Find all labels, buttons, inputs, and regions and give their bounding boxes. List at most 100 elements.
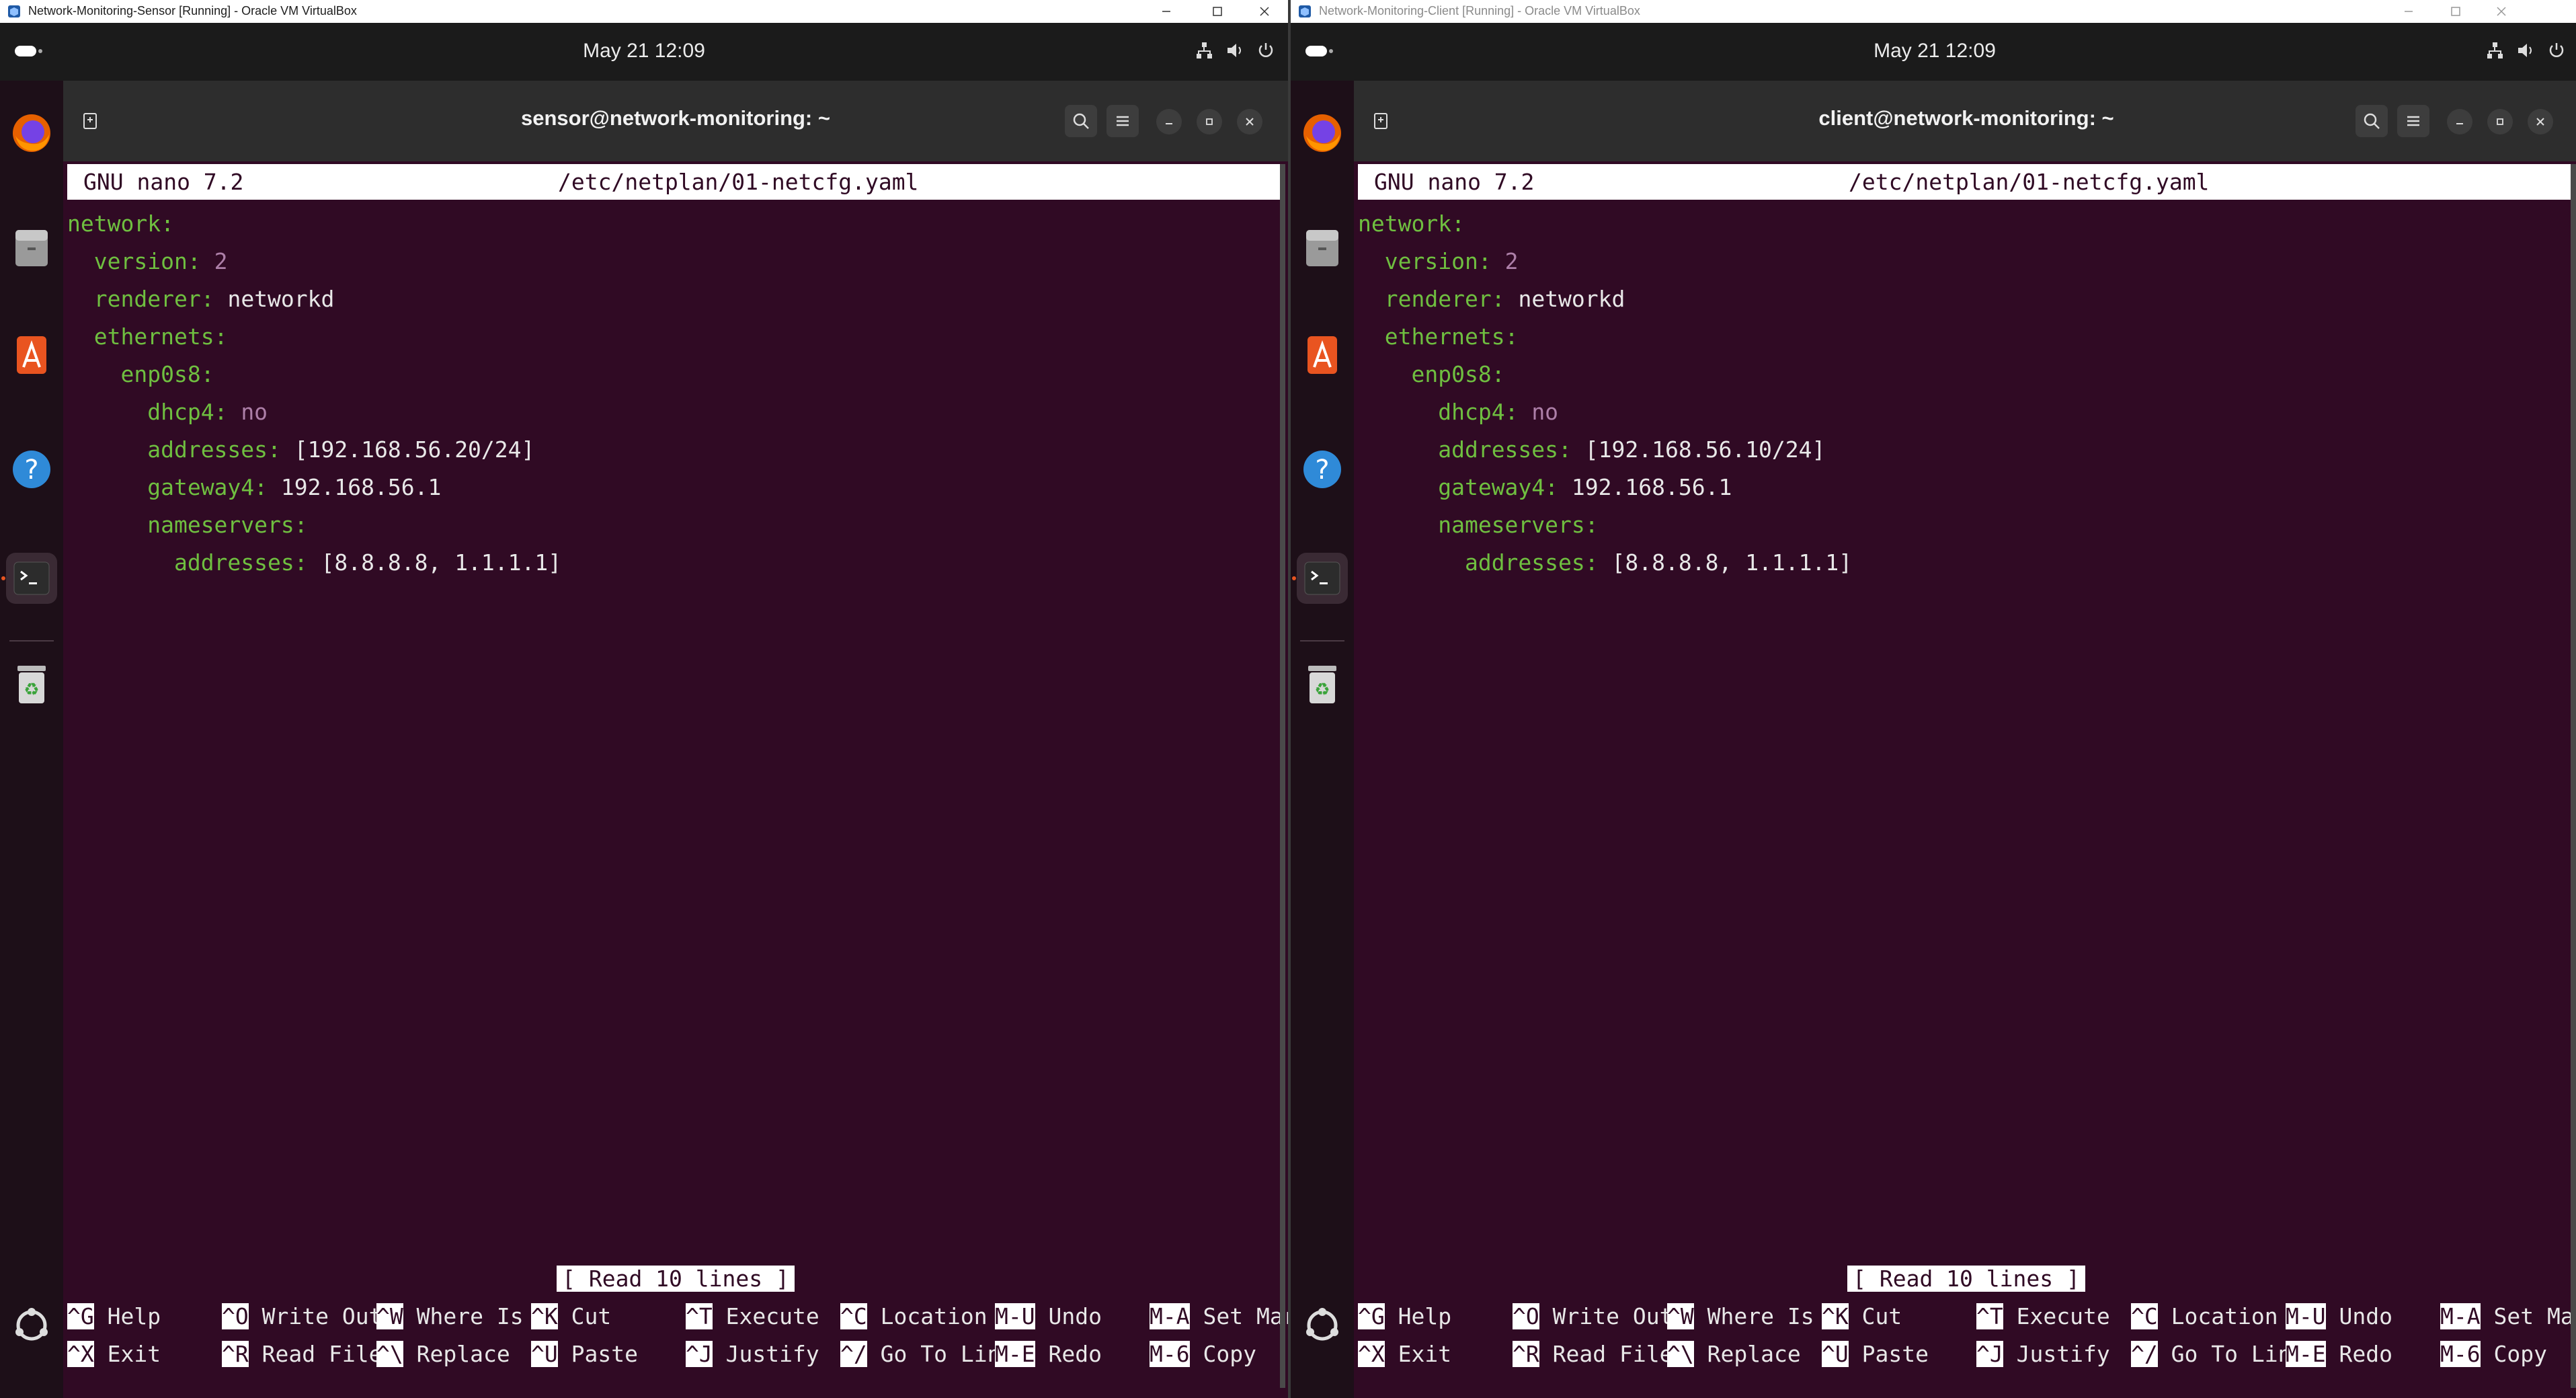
yaml-value: 2 — [214, 248, 228, 274]
yaml-separator: : — [1504, 399, 1532, 425]
shortcut-item: ^C Location — [840, 1298, 988, 1335]
shortcut-key: ^G — [67, 1303, 94, 1329]
yaml-separator: : — [1504, 323, 1519, 350]
clock[interactable]: May 21 12:09 — [1291, 40, 2576, 63]
terminal-icon[interactable] — [1297, 553, 1348, 604]
editor-body[interactable]: network: version: 2 renderer: networkd e… — [1358, 205, 1852, 582]
shortcut-label: Redo — [2339, 1341, 2392, 1367]
app-center-icon[interactable] — [1297, 329, 1348, 381]
shortcut-item: ^C Location — [2131, 1298, 2278, 1335]
menu-icon[interactable] — [2397, 105, 2429, 137]
code-line: addresses: [8.8.8.8, 1.1.1.1] — [1358, 544, 1852, 582]
yaml-separator: : — [214, 323, 228, 350]
code-line: dhcp4: no — [67, 393, 561, 431]
yaml-value: [192.168.56.20/24] — [294, 436, 535, 463]
restore-icon[interactable] — [1197, 109, 1222, 134]
help-icon[interactable]: ? — [6, 444, 57, 495]
terminal-headerbar: client@network-monitoring: ~ — [1354, 81, 2576, 161]
shortcut-key: M-E — [2286, 1341, 2326, 1367]
shortcut-item: ^/ Go To Line — [840, 1335, 1014, 1373]
shortcut-key: M-6 — [1150, 1341, 1190, 1367]
terminal-window[interactable]: sensor@network-monitoring: ~ GNU nano 7.… — [63, 81, 1288, 1398]
shortcut-item: M-U Undo — [2286, 1298, 2392, 1335]
trash-icon[interactable]: ♻ — [1297, 659, 1348, 710]
close-icon[interactable] — [1237, 109, 1262, 134]
clock[interactable]: May 21 12:09 — [0, 40, 1288, 63]
shortcut-key: M-E — [995, 1341, 1035, 1367]
shortcut-key: ^G — [1358, 1303, 1385, 1329]
shortcut-item: ^K Cut — [1822, 1298, 1902, 1335]
maximize-icon[interactable] — [2432, 0, 2479, 23]
close-icon[interactable] — [2478, 0, 2525, 23]
shortcut-item: M-E Redo — [2286, 1335, 2392, 1373]
trash-icon[interactable]: ♻ — [6, 659, 57, 710]
code-line: network: — [67, 205, 561, 243]
minimize-icon[interactable] — [2385, 0, 2432, 23]
code-line: renderer: networkd — [1358, 280, 1852, 318]
files-icon[interactable] — [6, 222, 57, 273]
shortcut-label: Copy — [1203, 1341, 1256, 1367]
shortcut-item: ^R Read File — [1513, 1335, 1673, 1373]
virtualbox-icon — [1299, 5, 1311, 17]
code-line: gateway4: 192.168.56.1 — [67, 469, 561, 506]
shortcut-key: ^R — [222, 1341, 249, 1367]
nano-status-bar: [ Read 10 lines ] — [1354, 1260, 2576, 1298]
minimize-icon[interactable] — [1156, 109, 1182, 134]
minimize-icon[interactable] — [2447, 109, 2472, 134]
yaml-key: renderer — [1384, 286, 1492, 312]
firefox-icon[interactable] — [1297, 108, 1348, 159]
terminal-window[interactable]: client@network-monitoring: ~ GNU nano 7.… — [1354, 81, 2576, 1398]
code-line: enp0s8: — [67, 356, 561, 393]
files-icon[interactable] — [1297, 222, 1348, 273]
shortcut-key: ^O — [1513, 1303, 1539, 1329]
nano-version: GNU nano 7.2 — [1374, 169, 1535, 195]
yaml-key: nameservers — [1438, 512, 1585, 538]
firefox-icon[interactable] — [6, 108, 57, 159]
shortcut-item: ^\ Replace — [376, 1335, 510, 1373]
menu-icon[interactable] — [1106, 105, 1139, 137]
shortcut-label: Paste — [571, 1341, 638, 1367]
scrollbar[interactable] — [1280, 164, 1285, 1388]
terminal-headerbar: sensor@network-monitoring: ~ — [63, 81, 1288, 161]
restore-icon[interactable] — [2487, 109, 2513, 134]
scrollbar[interactable] — [2571, 164, 2576, 1388]
nano-filename: /etc/netplan/01-netcfg.yaml — [1849, 169, 2210, 195]
shortcut-key: ^O — [222, 1303, 249, 1329]
yaml-value: networkd — [227, 286, 335, 312]
shortcut-key: ^C — [840, 1303, 867, 1329]
minimize-icon[interactable] — [1143, 0, 1190, 23]
app-center-icon[interactable] — [6, 329, 57, 381]
maximize-icon[interactable] — [1194, 0, 1241, 23]
shortcut-label: Cut — [1861, 1303, 1902, 1329]
shortcut-label: Set Mark — [2493, 1303, 2576, 1329]
search-icon[interactable] — [1065, 105, 1097, 137]
terminal-icon[interactable] — [6, 553, 57, 604]
close-icon[interactable] — [1241, 0, 1288, 23]
help-icon[interactable]: ? — [1297, 444, 1348, 495]
shortcut-item: ^T Execute — [1976, 1298, 2110, 1335]
yaml-key: ethernets — [93, 323, 214, 350]
terminal-title: client@network-monitoring: ~ — [1818, 106, 2114, 130]
show-apps-icon[interactable] — [12, 1306, 51, 1345]
show-apps-icon[interactable] — [1303, 1306, 1342, 1345]
svg-text:?: ? — [1315, 455, 1329, 486]
shortcut-item: M-A Set Mark — [1150, 1298, 1288, 1335]
shortcut-key: ^T — [1976, 1303, 2003, 1329]
editor-body[interactable]: network: version: 2 renderer: networkd e… — [67, 205, 561, 582]
running-indicator — [1292, 576, 1296, 580]
host-title-bar: Network-Monitoring-Sensor [Running] - Or… — [0, 0, 1288, 23]
system-tray[interactable] — [1194, 40, 1276, 61]
close-icon[interactable] — [2528, 109, 2553, 134]
yaml-separator: : — [161, 210, 174, 237]
shortcut-item: ^G Help — [67, 1298, 161, 1335]
system-tray[interactable] — [2485, 40, 2567, 61]
shortcut-key: ^U — [1822, 1341, 1849, 1367]
shortcut-label: Exit — [107, 1341, 161, 1367]
yaml-separator: : — [200, 361, 214, 387]
search-icon[interactable] — [2356, 105, 2388, 137]
shortcut-item: ^X Exit — [1358, 1335, 1451, 1373]
